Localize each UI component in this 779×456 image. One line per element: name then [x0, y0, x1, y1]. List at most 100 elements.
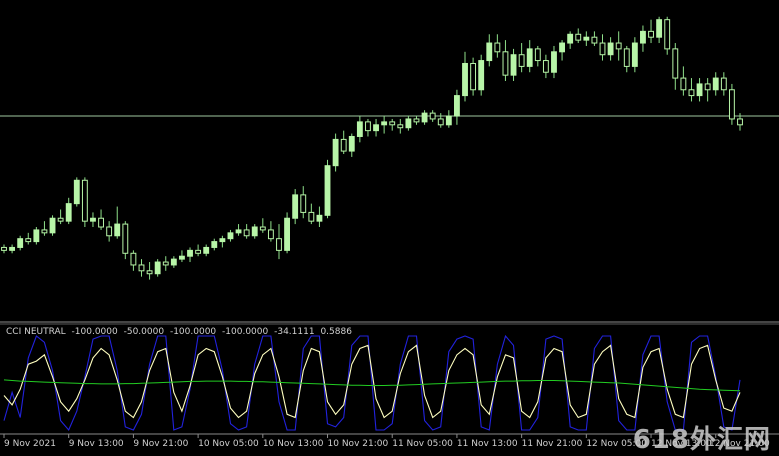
candle — [138, 259, 145, 277]
time-tick-label: 10 Nov 21:00 — [327, 439, 389, 449]
price-pane[interactable] — [0, 16, 779, 280]
candle-body — [413, 118, 420, 123]
candle — [607, 37, 614, 61]
candle — [170, 256, 177, 268]
time-tick-label: 10 Nov 05:00 — [198, 439, 259, 449]
candle — [90, 212, 96, 227]
candle-body — [688, 89, 695, 97]
time-tick-label: 9 Nov 2021 — [4, 439, 56, 449]
time-tick-label: 9 Nov 21:00 — [133, 439, 189, 449]
candle-body — [162, 261, 169, 266]
candle — [526, 40, 533, 73]
candle — [267, 221, 274, 242]
candle-body — [445, 115, 452, 126]
indicator-param-1: -100.0000 — [71, 327, 118, 337]
candle-body — [332, 138, 339, 167]
candle-body — [49, 217, 56, 234]
candle-body — [324, 165, 331, 216]
candle-body — [211, 241, 218, 248]
candle — [259, 218, 266, 233]
candle-body — [591, 36, 598, 44]
candle — [712, 72, 719, 96]
candle-body — [90, 217, 96, 222]
candle-body — [672, 48, 679, 79]
candle — [235, 224, 242, 236]
candle-body — [583, 36, 590, 41]
candle — [284, 212, 291, 254]
candle-body — [308, 211, 315, 222]
candle — [478, 54, 485, 96]
candle — [122, 221, 129, 260]
candle-body — [462, 62, 468, 97]
candle — [623, 45, 630, 73]
candle-body — [664, 19, 671, 50]
candle — [292, 189, 299, 225]
candle-body — [259, 226, 266, 231]
indicator-label: CCI NEUTRAL -100.0000 -50.0000 -100.0000… — [6, 327, 355, 337]
chart-canvas[interactable] — [0, 0, 779, 455]
candle — [243, 224, 250, 239]
candle-body — [421, 112, 428, 123]
candle-body — [397, 124, 404, 129]
candle-body — [73, 179, 80, 205]
candle — [575, 28, 582, 44]
candle — [381, 116, 388, 134]
candle-body — [276, 238, 282, 251]
candle-body — [607, 42, 614, 56]
candle-body — [170, 258, 177, 266]
candle-body — [300, 194, 307, 213]
candle-body — [1, 246, 7, 251]
candle-body — [712, 77, 719, 91]
candle-body — [235, 229, 242, 234]
candle — [648, 19, 654, 44]
candle-body — [122, 223, 129, 254]
candle — [219, 235, 226, 248]
candle — [704, 78, 711, 102]
candle — [348, 133, 355, 157]
candle — [211, 238, 218, 251]
candle-body — [381, 121, 388, 126]
candle-body — [98, 217, 104, 228]
candle-body — [696, 83, 703, 97]
candle — [41, 221, 48, 236]
candle — [187, 247, 193, 263]
candle — [437, 113, 444, 128]
candle — [421, 110, 428, 125]
candle-body — [437, 118, 444, 126]
candle — [154, 259, 161, 277]
candle-body — [138, 264, 145, 272]
candle — [81, 177, 88, 227]
candle — [300, 186, 307, 219]
candle-body — [542, 60, 549, 73]
candle-body — [478, 60, 485, 91]
candle-body — [728, 89, 735, 120]
time-tick-label: 9 Nov 13:00 — [68, 439, 124, 449]
candle-body — [453, 95, 460, 117]
candle — [9, 244, 16, 254]
candle — [389, 118, 396, 131]
candle — [276, 224, 282, 260]
candle — [518, 43, 525, 73]
indicator-pane[interactable] — [3, 334, 741, 432]
candle — [308, 203, 315, 225]
candle — [316, 206, 323, 227]
candle-body — [599, 42, 606, 56]
chart-window[interactable]: CCI NEUTRAL -100.0000 -50.0000 -100.0000… — [0, 0, 779, 455]
candle-body — [470, 62, 477, 91]
candle — [688, 78, 695, 102]
candle-body — [251, 226, 258, 237]
candle — [405, 116, 412, 131]
candle — [49, 215, 56, 236]
candle-body — [33, 229, 40, 243]
candle-body — [405, 118, 412, 129]
candle-body — [106, 226, 113, 237]
candle-body — [219, 238, 226, 243]
candle-body — [267, 229, 274, 240]
candle — [65, 197, 72, 225]
candle-body — [567, 33, 574, 44]
time-tick-label: 11 Nov 05:00 — [392, 439, 453, 449]
candle-body — [526, 48, 533, 67]
candle — [599, 34, 606, 61]
candle-body — [292, 194, 299, 219]
candle — [73, 177, 80, 207]
